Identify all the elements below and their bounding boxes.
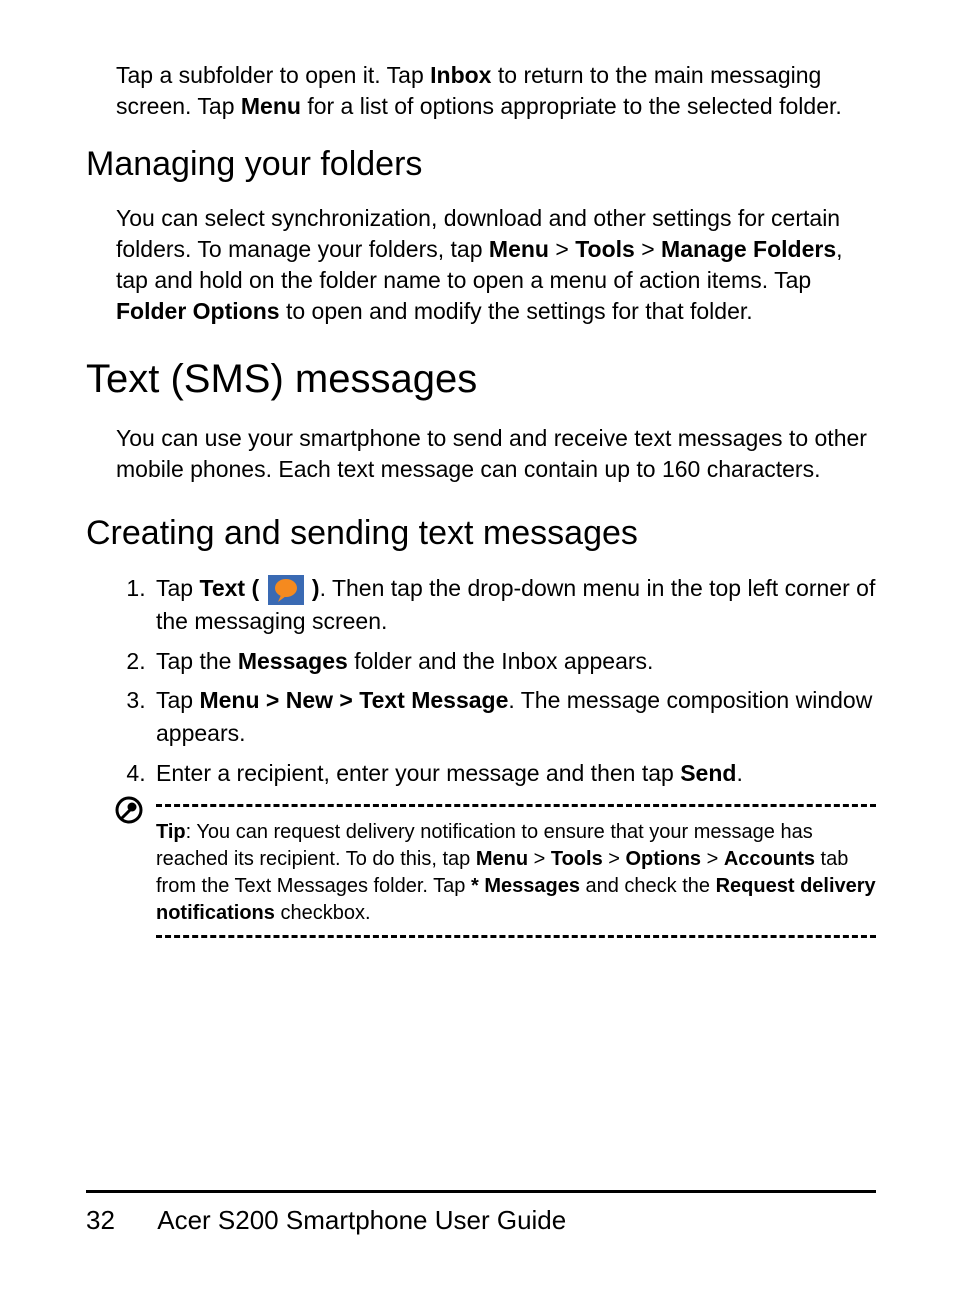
footer-rule bbox=[86, 1190, 876, 1193]
text-label-close: ) bbox=[306, 575, 320, 601]
menu-label: Menu bbox=[476, 848, 528, 870]
menu-new-text-label: Menu > New > Text Message bbox=[199, 687, 508, 713]
text: . bbox=[736, 760, 742, 786]
options-label: Options bbox=[626, 848, 702, 870]
step-2: Tap the Messages folder and the Inbox ap… bbox=[152, 645, 876, 678]
paragraph-managing-folders: You can select synchronization, download… bbox=[116, 203, 876, 327]
text: Enter a recipient, enter your message an… bbox=[156, 760, 680, 786]
heading-text-sms-messages: Text (SMS) messages bbox=[86, 355, 876, 403]
accounts-label: Accounts bbox=[724, 848, 815, 870]
text: > bbox=[701, 848, 724, 870]
text: checkbox. bbox=[275, 902, 371, 924]
tip-text: Tip: You can request delivery notificati… bbox=[156, 819, 876, 927]
tip-label: Tip bbox=[156, 821, 186, 843]
steps-list: Tap Text ( ). Then tap the drop-down men… bbox=[116, 572, 876, 790]
text: > bbox=[635, 236, 661, 262]
send-label: Send bbox=[680, 760, 736, 786]
page-number: 32 bbox=[86, 1205, 150, 1236]
text: folder and the Inbox appears. bbox=[348, 648, 654, 674]
text: Tap bbox=[156, 575, 199, 601]
speech-bubble-icon bbox=[268, 575, 304, 605]
tools-label: Tools bbox=[551, 848, 603, 870]
tools-label: Tools bbox=[575, 236, 635, 262]
text: Tap the bbox=[156, 648, 238, 674]
page-footer: 32 Acer S200 Smartphone User Guide bbox=[86, 1190, 876, 1236]
text: Tap a subfolder to open it. Tap bbox=[116, 62, 430, 88]
text: > bbox=[528, 848, 551, 870]
folder-options-label: Folder Options bbox=[116, 298, 280, 324]
inbox-label: Inbox bbox=[430, 62, 491, 88]
text: > bbox=[549, 236, 575, 262]
text: to open and modify the settings for that… bbox=[280, 298, 753, 324]
manage-folders-label: Manage Folders bbox=[661, 236, 836, 262]
text-label-open: Text ( bbox=[199, 575, 265, 601]
menu-label: Menu bbox=[241, 93, 301, 119]
guide-title: Acer S200 Smartphone User Guide bbox=[157, 1205, 566, 1236]
star-messages-label: * Messages bbox=[471, 875, 580, 897]
paragraph-sms-intro: You can use your smartphone to send and … bbox=[116, 423, 876, 485]
pin-icon bbox=[114, 795, 144, 830]
heading-managing-folders: Managing your folders bbox=[86, 144, 876, 185]
text: and check the bbox=[580, 875, 716, 897]
dashed-divider-top bbox=[156, 804, 876, 807]
step-1: Tap Text ( ). Then tap the drop-down men… bbox=[152, 572, 876, 639]
messages-label: Messages bbox=[238, 648, 348, 674]
text: > bbox=[603, 848, 626, 870]
manual-page: Tap a subfolder to open it. Tap Inbox to… bbox=[0, 0, 954, 1316]
text: Tap bbox=[156, 687, 199, 713]
step-4: Enter a recipient, enter your message an… bbox=[152, 757, 876, 790]
step-3: Tap Menu > New > Text Message. The messa… bbox=[152, 684, 876, 751]
text: for a list of options appropriate to the… bbox=[301, 93, 842, 119]
intro-paragraph: Tap a subfolder to open it. Tap Inbox to… bbox=[116, 60, 876, 122]
menu-label: Menu bbox=[489, 236, 549, 262]
tip-block: Tip: You can request delivery notificati… bbox=[116, 804, 876, 938]
heading-creating-sending: Creating and sending text messages bbox=[86, 513, 876, 554]
dashed-divider-bottom bbox=[156, 935, 876, 938]
